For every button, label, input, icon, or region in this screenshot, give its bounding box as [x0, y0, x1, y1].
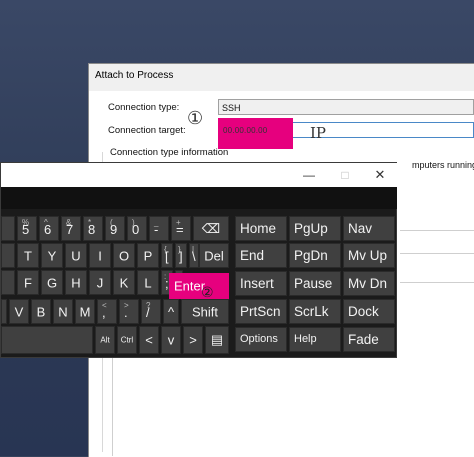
connection-info-label: Connection type information: [110, 147, 229, 158]
home-key[interactable]: Home: [235, 216, 287, 241]
key-8[interactable]: * 8: [83, 216, 103, 241]
menu-key[interactable]: ▤: [205, 326, 229, 354]
connection-target-label: Connection target:: [108, 125, 186, 136]
backspace-key[interactable]: ⌫: [193, 216, 229, 241]
key-j[interactable]: J: [89, 270, 111, 295]
backspace-icon: ⌫: [201, 220, 221, 236]
key-m[interactable]: M: [75, 299, 95, 324]
insert-key[interactable]: Insert: [235, 271, 287, 296]
prtscn-key[interactable]: PrtScn: [235, 299, 287, 324]
process-list-row: [400, 253, 474, 268]
space-bar[interactable]: [1, 326, 93, 354]
up-arrow-key[interactable]: ^: [163, 299, 179, 324]
key-comma[interactable]: <,: [97, 299, 117, 324]
pause-key[interactable]: Pause: [289, 271, 341, 296]
key-f[interactable]: F: [17, 270, 39, 295]
enter-key[interactable]: Enter: [169, 273, 229, 299]
minimize-button[interactable]: —: [301, 167, 317, 183]
key-l[interactable]: L: [137, 270, 159, 295]
key-period[interactable]: >.: [119, 299, 139, 324]
process-list-row: [400, 282, 474, 297]
key-7[interactable]: & 7: [61, 216, 81, 241]
shift-key[interactable]: Shift: [181, 299, 229, 324]
key-left-bracket[interactable]: {[: [161, 243, 173, 268]
fade-key[interactable]: Fade: [343, 327, 395, 352]
key-b[interactable]: B: [31, 299, 51, 324]
key-5[interactable]: % 5: [17, 216, 37, 241]
key-0[interactable]: ) 0: [127, 216, 147, 241]
mv-up-key[interactable]: Mv Up: [343, 243, 395, 268]
up-arrow-icon: ^: [167, 304, 175, 319]
maximize-button[interactable]: □: [337, 167, 353, 183]
key-partial[interactable]: [1, 243, 15, 268]
key-n[interactable]: N: [53, 299, 73, 324]
nav-key[interactable]: Nav: [343, 216, 395, 241]
connection-info-text: mputers running and: [412, 160, 474, 170]
key-minus[interactable]: _ -: [149, 216, 169, 241]
key-9[interactable]: (9: [105, 216, 125, 241]
key-backslash[interactable]: | \: [189, 243, 199, 268]
options-key[interactable]: Options: [235, 327, 287, 352]
key-o[interactable]: O: [113, 243, 135, 268]
annotation-mark-1: ①: [187, 108, 204, 129]
key-i[interactable]: I: [89, 243, 111, 268]
keyboard-title-bar: — □ ✕: [1, 163, 397, 187]
key-u[interactable]: U: [65, 243, 87, 268]
key-right-bracket[interactable]: }]: [175, 243, 187, 268]
key-partial[interactable]: [1, 299, 7, 324]
dialog-title: Attach to Process: [95, 70, 174, 81]
dialog-inner-divider: [112, 345, 113, 456]
on-screen-keyboard: — □ ✕ % 5 ^ 6 & 7 * 8 (9 ) 0 _ - + = ⌫ T Y U I …: [0, 162, 397, 358]
key-6[interactable]: ^ 6: [39, 216, 59, 241]
del-key[interactable]: Del: [199, 243, 229, 268]
scrlk-key[interactable]: ScrLk: [289, 299, 341, 324]
key-y[interactable]: Y: [41, 243, 63, 268]
annotation-ip: IP: [310, 124, 327, 142]
key-partial[interactable]: [1, 216, 15, 241]
dock-key[interactable]: Dock: [343, 299, 395, 324]
menu-icon: ▤: [210, 332, 224, 347]
close-button[interactable]: ✕: [372, 167, 388, 183]
key-t[interactable]: T: [17, 243, 39, 268]
key-p[interactable]: P: [137, 243, 159, 268]
end-key[interactable]: End: [235, 243, 287, 268]
key-partial[interactable]: [1, 270, 15, 295]
down-arrow-key[interactable]: v: [161, 326, 181, 354]
key-k[interactable]: K: [113, 270, 135, 295]
pgup-key[interactable]: PgUp: [289, 216, 341, 241]
connection-type-select[interactable]: SSH: [218, 99, 474, 115]
key-v[interactable]: V: [9, 299, 29, 324]
key-slash[interactable]: ? /: [141, 299, 161, 324]
connection-type-label: Connection type:: [108, 102, 180, 113]
alt-key[interactable]: Alt: [95, 326, 115, 354]
mv-dn-key[interactable]: Mv Dn: [343, 271, 395, 296]
help-key[interactable]: Help: [289, 327, 341, 352]
connection-target-value: 00.00.00.00: [223, 126, 268, 135]
ctrl-key[interactable]: Ctrl: [117, 326, 137, 354]
pgdn-key[interactable]: PgDn: [289, 243, 341, 268]
key-h[interactable]: H: [65, 270, 87, 295]
key-g[interactable]: G: [41, 270, 63, 295]
right-arrow-key[interactable]: >: [183, 326, 203, 354]
process-list-row: [400, 230, 474, 245]
down-arrow-icon: v: [167, 332, 175, 348]
right-arrow-icon: >: [189, 332, 197, 348]
key-equals[interactable]: + =: [171, 216, 191, 241]
keyboard-top-strip: [1, 187, 397, 209]
left-arrow-icon: <: [145, 332, 153, 348]
left-arrow-key[interactable]: <: [139, 326, 159, 354]
